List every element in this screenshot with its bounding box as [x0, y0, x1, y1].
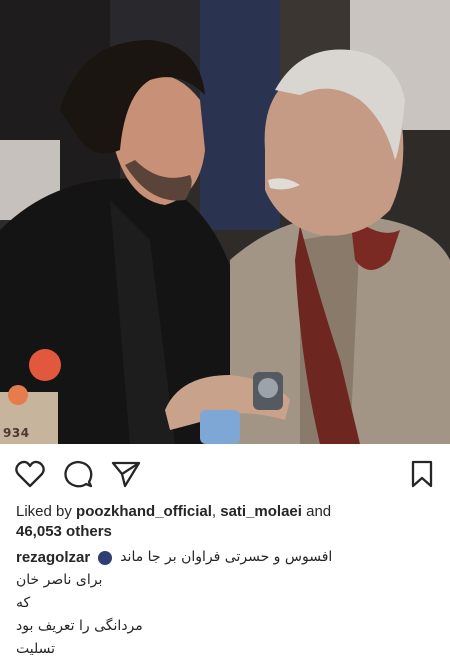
caption-username[interactable]: rezagolzar: [16, 546, 90, 569]
post-image: [0, 0, 450, 444]
heart-icon: [15, 460, 45, 488]
likes-summary: Liked by poozkhand_official, sati_molaei…: [16, 502, 436, 542]
save-button[interactable]: [406, 458, 438, 490]
caption-line-1: افسوس و حسرتی فراوان بر جا ماند: [120, 549, 333, 565]
blue-circle-emoji-icon: [98, 550, 113, 565]
liker-username-1[interactable]: poozkhand_official: [76, 503, 212, 520]
caption-line-5: تسلیت: [16, 641, 55, 657]
like-button[interactable]: [14, 458, 46, 490]
bookmark-icon: [411, 460, 433, 488]
share-button[interactable]: [110, 458, 142, 490]
caption-line-3: که: [16, 595, 31, 611]
caption-first-line: rezagolzar افسوس و حسرتی فراوان بر جا ما…: [16, 546, 436, 569]
caption: rezagolzar افسوس و حسرتی فراوان بر جا ما…: [16, 546, 436, 661]
post-photo[interactable]: 934: [0, 0, 450, 444]
likes-prefix: Liked by: [16, 503, 77, 520]
likes-and: and: [301, 503, 332, 520]
liker-username-2[interactable]: sati_molaei: [220, 503, 302, 520]
likes-separator: ,: [211, 503, 221, 520]
caption-line-2: برای ناصر خان: [16, 572, 103, 588]
likes-count[interactable]: 46,053 others: [16, 523, 112, 540]
caption-line-4: مردانگی را تعریف بود: [16, 618, 143, 634]
comment-button[interactable]: [62, 458, 94, 490]
action-bar: [0, 444, 450, 500]
send-icon: [111, 461, 141, 488]
photo-watermark-number: 934: [3, 426, 30, 440]
comment-icon: [64, 460, 93, 488]
